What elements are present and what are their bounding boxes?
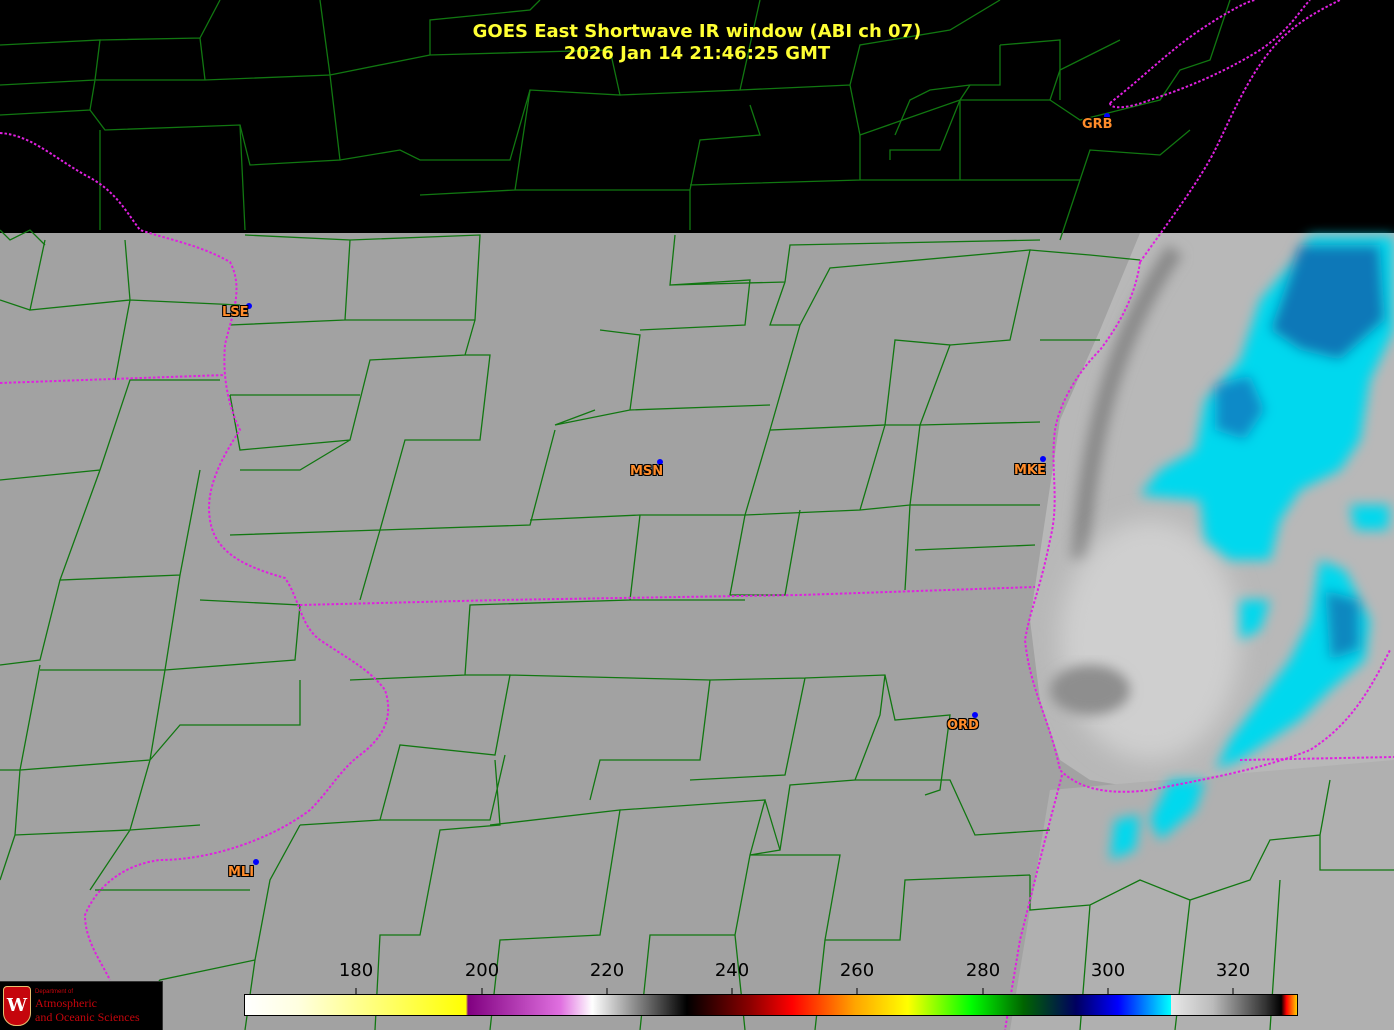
logo-department: Department of bbox=[35, 989, 74, 995]
colorbar-tick-labels: 180 200 220 240 260 280 300 320 bbox=[0, 960, 1394, 986]
colorbar-tick-label: 200 bbox=[464, 960, 500, 981]
colorbar-tick-label: 260 bbox=[839, 960, 875, 981]
illinois-east-lighter bbox=[1010, 760, 1394, 1030]
station-label-grb: GRB bbox=[1082, 117, 1113, 132]
colorbar-tick-label: 220 bbox=[589, 960, 625, 981]
lake-light-patch bbox=[1060, 520, 1240, 760]
logo-line2: and Oceanic Sciences bbox=[35, 1010, 140, 1024]
station-dot-mke bbox=[1040, 456, 1046, 462]
colorbar-tick-label: 320 bbox=[1215, 960, 1251, 981]
satellite-map bbox=[0, 0, 1394, 1030]
colorbar-tick-label: 300 bbox=[1090, 960, 1126, 981]
station-label-msn: MSN bbox=[630, 464, 664, 479]
colorbar-tick-label: 180 bbox=[338, 960, 374, 981]
uw-crest-icon: W bbox=[3, 986, 31, 1026]
image-timestamp: 2026 Jan 14 21:46:25 GMT bbox=[563, 43, 831, 64]
colorbar-tick-label: 280 bbox=[965, 960, 1001, 981]
satellite-image-viewer: GOES East Shortwave IR window (ABI ch 07… bbox=[0, 0, 1394, 1030]
station-label-mke: MKE bbox=[1014, 463, 1046, 478]
colorbar bbox=[245, 995, 1297, 1015]
colorbar-tick-label: 240 bbox=[714, 960, 750, 981]
logo-line1: Atmospheric bbox=[35, 996, 97, 1010]
ground-dark-patch bbox=[1050, 665, 1130, 715]
station-label-lse: LSE bbox=[222, 305, 249, 320]
station-label-mli: MLI bbox=[228, 865, 255, 880]
station-label-ord: ORD bbox=[947, 718, 979, 733]
aos-logo: W Department of Atmospheric and Oceanic … bbox=[0, 981, 163, 1030]
image-title: GOES East Shortwave IR window (ABI ch 07… bbox=[472, 21, 922, 42]
